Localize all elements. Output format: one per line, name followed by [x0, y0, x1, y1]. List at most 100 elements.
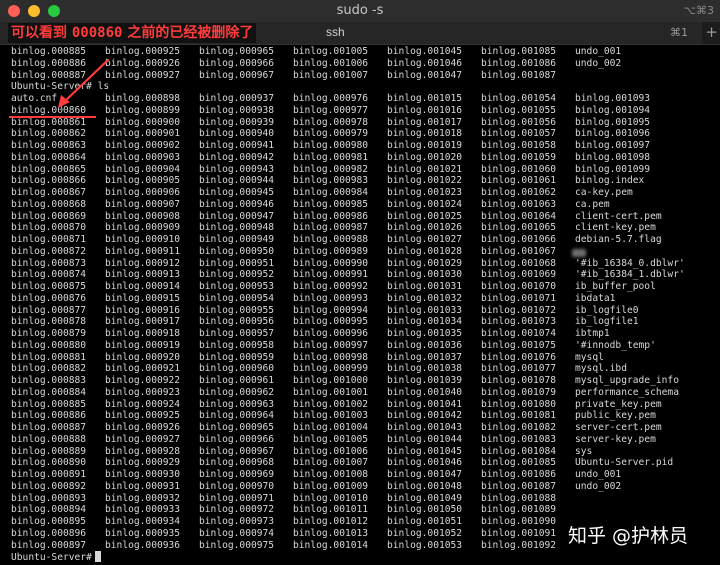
file-entry: binlog.001067: [481, 245, 557, 257]
file-entry: binlog.000958: [199, 339, 275, 351]
file-entry: binlog.001054: [481, 93, 557, 104]
file-entry: binlog.000953: [199, 281, 275, 292]
file-entry: binlog.000956: [199, 316, 275, 328]
file-entry: binlog.001027: [387, 234, 463, 245]
text-cursor: [94, 551, 101, 563]
file-entry: binlog.000949: [199, 234, 275, 245]
file-entry: binlog.000866: [11, 175, 87, 187]
file-entry: server-key.pem: [575, 433, 656, 445]
file-entry: binlog.000886: [11, 57, 87, 69]
file-entry: binlog.000934: [105, 516, 181, 527]
file-entry: binlog.001046: [387, 457, 463, 469]
file-entry: binlog.000959: [199, 351, 275, 363]
file-entry: binlog.000962: [199, 386, 275, 398]
file-entry: binlog.000991: [293, 269, 369, 281]
file-entry: binlog.001079: [481, 386, 557, 398]
file-entry: binlog.000925: [105, 46, 181, 57]
file-entry: binlog.000891: [11, 469, 87, 480]
file-entry: binlog.000964: [199, 410, 275, 422]
file-entry: binlog.001085: [481, 46, 557, 57]
file-entry: binlog.000986: [293, 210, 369, 222]
file-entry: binlog.001041: [387, 398, 463, 410]
file-entry: binlog.001006: [293, 57, 369, 69]
file-entry: binlog.001015: [387, 93, 463, 104]
file-entry: binlog.000948: [199, 222, 275, 234]
file-entry: binlog.000955: [199, 304, 275, 316]
file-entry: binlog.001076: [481, 351, 557, 363]
file-entry: binlog.000893: [11, 492, 87, 504]
file-entry: binlog.001059: [481, 151, 557, 163]
file-entry: binlog.001011: [293, 504, 369, 516]
file-entry: binlog.001016: [387, 104, 463, 116]
file-entry: binlog.000871: [11, 234, 87, 245]
file-entry: binlog.000870: [11, 222, 87, 234]
prompt-text: Ubuntu-Server#: [11, 552, 92, 564]
prompt-line[interactable]: Ubuntu-Server#: [11, 551, 101, 563]
file-entry: binlog.000998: [293, 351, 369, 363]
file-entry: binlog.001047: [387, 469, 463, 480]
file-entry: binlog.001010: [293, 492, 369, 504]
file-entry: binlog.000982: [293, 163, 369, 175]
file-entry: binlog.001047: [387, 69, 463, 81]
file-entry: binlog.000922: [105, 375, 181, 386]
file-entry: binlog.000864: [11, 151, 87, 163]
file-entry: mysql_upgrade_info: [575, 375, 679, 386]
file-entry: binlog.000913: [105, 269, 181, 281]
file-entry: undo_002: [575, 57, 622, 69]
file-entry: binlog.000969: [199, 469, 275, 480]
file-entry: binlog.000981: [293, 151, 369, 163]
add-tab-button[interactable]: +: [703, 22, 720, 44]
file-entry: binlog.000900: [105, 116, 181, 128]
file-entry: binlog.001081: [481, 410, 557, 422]
file-entry: binlog.001074: [481, 328, 557, 339]
file-entry: binlog.index: [575, 175, 645, 187]
file-entry: binlog.000997: [293, 339, 369, 351]
file-entry: binlog.000920: [105, 351, 181, 363]
file-entry: binlog.000890: [11, 457, 87, 469]
file-entry: binlog.000941: [199, 140, 275, 151]
file-entry: binlog.001084: [481, 445, 557, 457]
file-entry: binlog.001036: [387, 339, 463, 351]
file-entry: binlog.001083: [481, 433, 557, 445]
file-entry: binlog.000886: [11, 410, 87, 422]
terminal-output[interactable]: binlog.000885 binlog.000925 binlog.000965 b…: [0, 46, 720, 565]
file-entry: binlog.000860: [11, 104, 87, 116]
file-entry: binlog.000947: [199, 210, 275, 222]
file-entry: binlog.001052: [387, 527, 463, 539]
title-bar: sudo -s ⌥⌘3: [0, 0, 720, 23]
file-entry: binlog.001060: [481, 163, 557, 175]
file-entry: binlog.000883: [11, 375, 87, 386]
file-entry: binlog.000902: [105, 140, 181, 151]
file-entry: binlog.000975: [199, 539, 275, 551]
file-entry: binlog.001063: [481, 198, 557, 210]
file-entry: binlog.000925: [105, 410, 181, 422]
annotation-text-part: 可以看到: [11, 25, 72, 41]
file-entry: binlog.000931: [105, 480, 181, 492]
file-entry: binlog.000930: [105, 469, 181, 480]
file-entry: binlog.000992: [293, 281, 369, 292]
file-entry: binlog.001044: [387, 433, 463, 445]
file-entry: binlog.000861: [11, 116, 87, 128]
file-entry: binlog.001045: [387, 46, 463, 57]
file-entry: '#innodb_temp': [575, 339, 656, 351]
file-entry: binlog.000938: [199, 104, 275, 116]
file-entry: binlog.001069: [481, 269, 557, 281]
file-entry: binlog.000945: [199, 187, 275, 198]
file-entry: binlog.001025: [387, 210, 463, 222]
file-entry: binlog.000967: [199, 69, 275, 81]
file-entry: binlog.000914: [105, 281, 181, 292]
file-entry: binlog.000905: [105, 175, 181, 187]
file-entry: binlog.001005: [293, 46, 369, 57]
file-entry: binlog.000926: [105, 422, 181, 433]
file-entry: binlog.000903: [105, 151, 181, 163]
file-entry: binlog.001000: [293, 375, 369, 386]
file-entry: binlog.000980: [293, 140, 369, 151]
file-entry: binlog.001004: [293, 422, 369, 433]
file-entry: binlog.000939: [199, 116, 275, 128]
file-entry: binlog.001009: [293, 480, 369, 492]
file-entry: binlog.001017: [387, 116, 463, 128]
file-entry: sys: [575, 445, 593, 457]
file-entry: binlog.000924: [105, 398, 181, 410]
tab-shortcut-label: ⌘1: [670, 26, 688, 39]
file-entry: binlog.001098: [575, 151, 651, 163]
